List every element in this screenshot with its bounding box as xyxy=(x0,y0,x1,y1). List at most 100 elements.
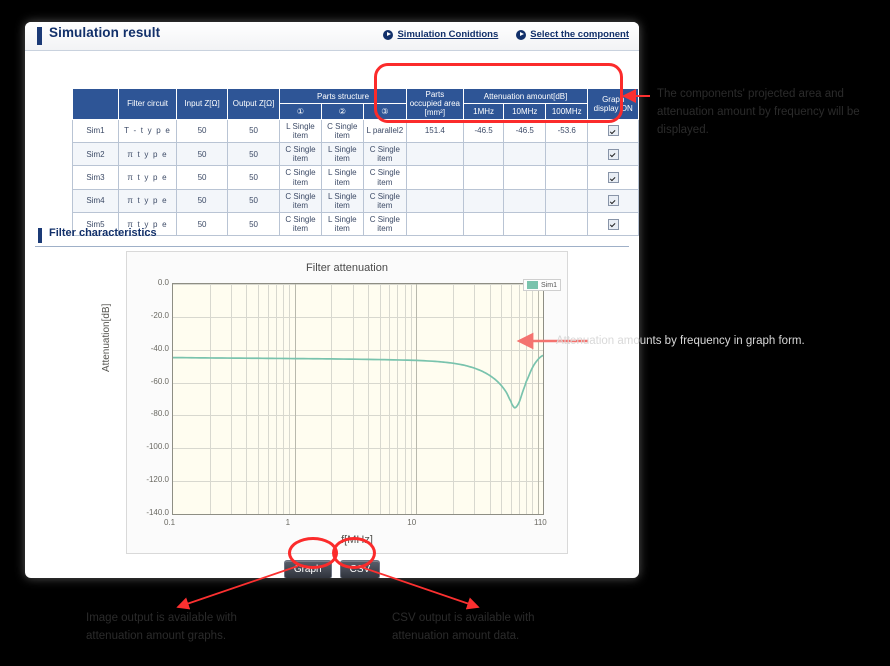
cell-parts-3: C Single item xyxy=(362,165,407,190)
section-header-filter-characteristics: Filter characteristics xyxy=(35,226,629,248)
cell-parts-3: C Single item xyxy=(362,188,407,214)
graph-display-checkbox[interactable] xyxy=(607,125,619,137)
cell-output-z: 50 xyxy=(227,141,281,167)
cell-att-100mhz xyxy=(545,165,589,190)
cell-att-1mhz xyxy=(462,141,505,167)
table-row: Sim1 T - t y p e 50 50 L Single item C Single… xyxy=(71,118,639,143)
cell-input-z: 50 xyxy=(176,141,229,167)
cell-input-z: 50 xyxy=(176,165,229,190)
y-tick-label: -60.0 xyxy=(150,376,169,386)
chart-plot-area xyxy=(172,283,544,515)
cell-filter-circuit: T - t y p e xyxy=(118,118,178,143)
cell-output-z: 50 xyxy=(227,118,281,143)
cell-att-100mhz xyxy=(545,188,589,214)
chart-y-axis-label: Attenuation[dB] xyxy=(101,303,112,372)
y-tick-label: -100.0 xyxy=(146,442,169,452)
cell-att-1mhz xyxy=(462,165,505,190)
header-links: Simulation Conidtions Select the compone… xyxy=(383,29,629,40)
y-tick-label: 0.0 xyxy=(157,278,169,287)
th-input-z: Input Z[Ω] xyxy=(176,88,229,120)
link-select-the-component[interactable]: Select the component xyxy=(516,29,629,40)
y-tick-label: -140.0 xyxy=(146,508,169,517)
th-filter-circuit: Filter circuit xyxy=(118,88,178,120)
simulation-result-table: Filter circuit Input Z[Ω] Output Z[Ω] Pa… xyxy=(71,87,639,237)
cell-filter-circuit: π t y p e xyxy=(118,141,178,167)
cell-parts-1: C Single item xyxy=(279,165,322,190)
chart-legend: Sim1 xyxy=(523,279,561,291)
play-circle-icon xyxy=(516,29,527,40)
graph-display-checkbox[interactable] xyxy=(607,148,619,160)
cell-parts-area: 151.4 xyxy=(405,118,464,143)
x-tick-label: 1 xyxy=(285,518,291,527)
cell-parts-3: C Single item xyxy=(362,141,407,167)
cell-parts-1: L Single item xyxy=(279,118,322,143)
th-graph-display-on: Graph display ON xyxy=(587,88,639,120)
link-select-the-component-label: Select the component xyxy=(530,29,629,40)
csv-button[interactable]: CSV xyxy=(339,560,381,578)
chart-title: Filter attenuation xyxy=(306,262,388,274)
section-accent-bar xyxy=(37,27,42,45)
cell-parts-area xyxy=(405,141,464,167)
cell-graph-display[interactable] xyxy=(587,165,639,190)
cell-output-z: 50 xyxy=(227,188,281,214)
cell-parts-area xyxy=(405,188,464,214)
table-row: Sim2 π t y p e 50 50 C Single item L Single i… xyxy=(71,141,639,167)
cell-att-100mhz: -53.6 xyxy=(545,118,589,143)
cell-sim-name: Sim3 xyxy=(71,165,120,190)
graph-button[interactable]: Graph xyxy=(283,560,332,578)
chart-series-sim1 xyxy=(173,354,543,409)
gridline-h xyxy=(173,514,543,515)
cell-att-100mhz xyxy=(545,141,589,167)
cell-graph-display[interactable] xyxy=(587,141,639,167)
th-100mhz: 100MHz xyxy=(545,103,589,120)
x-tick-label: 110 xyxy=(534,518,547,527)
cell-parts-1: C Single item xyxy=(279,141,322,167)
legend-label-sim1: Sim1 xyxy=(541,281,557,289)
cell-parts-area xyxy=(405,165,464,190)
simulation-result-panel: Simulation result Simulation Conidtions … xyxy=(25,22,639,578)
cell-filter-circuit: π t y p e xyxy=(118,165,178,190)
th-parts-3: ③ xyxy=(362,103,407,120)
cell-output-z: 50 xyxy=(227,165,281,190)
table-row: Sim4 π t y p e 50 50 C Single item L Single i… xyxy=(71,188,639,214)
page-title: Simulation result xyxy=(49,25,161,40)
y-tick-label: -80.0 xyxy=(150,409,169,419)
table-body: Sim1 T - t y p e 50 50 L Single item C Single… xyxy=(71,118,639,237)
graph-display-checkbox[interactable] xyxy=(607,172,619,183)
cell-att-10mhz xyxy=(503,188,547,214)
cell-parts-2: C Single item xyxy=(320,118,364,143)
th-parts-1: ① xyxy=(279,103,322,120)
link-simulation-conditions-label: Simulation Conidtions xyxy=(397,29,499,40)
cell-parts-1: C Single item xyxy=(279,188,322,214)
play-circle-icon xyxy=(383,29,394,40)
filter-characteristics-title: Filter characteristics xyxy=(49,227,157,239)
th-parts-occupied-area: Parts occupied area [mm²] xyxy=(405,88,464,120)
section-accent-bar xyxy=(38,228,42,243)
y-tick-label: -120.0 xyxy=(146,475,169,485)
simulation-result-table-container: Filter circuit Input Z[Ω] Output Z[Ω] Pa… xyxy=(71,87,639,237)
link-simulation-conditions[interactable]: Simulation Conidtions xyxy=(383,29,498,40)
annotation-csv-button-note: CSV output is available with attenuation… xyxy=(392,612,535,642)
th-10mhz: 10MHz xyxy=(503,103,547,120)
th-parts-structure: Parts structure xyxy=(279,87,407,105)
th-1mhz: 1MHz xyxy=(462,103,505,120)
section-header-simulation-result: Simulation result Simulation Conidtions … xyxy=(25,22,639,51)
th-parts-2: ② xyxy=(320,103,364,120)
cell-graph-display[interactable] xyxy=(587,118,639,143)
legend-swatch-sim1 xyxy=(527,281,539,289)
divider xyxy=(35,246,629,247)
cell-sim-name: Sim2 xyxy=(71,141,120,167)
cell-input-z: 50 xyxy=(176,118,229,143)
cell-parts-2: L Single item xyxy=(320,141,364,167)
cell-parts-2: L Single item xyxy=(320,165,364,190)
annotation-table-note: The components' projected area and atten… xyxy=(657,88,860,136)
cell-att-1mhz xyxy=(462,188,505,214)
cell-parts-3: L parallel2 xyxy=(362,118,407,143)
x-tick-label: 10 xyxy=(407,518,417,527)
cell-graph-display[interactable] xyxy=(587,188,639,214)
graph-display-checkbox[interactable] xyxy=(607,195,619,207)
cell-input-z: 50 xyxy=(176,188,229,214)
cell-parts-2: L Single item xyxy=(320,188,364,214)
cell-sim-name: Sim4 xyxy=(71,188,120,214)
annotation-graph-button-note: Image output is available with attenuati… xyxy=(86,612,237,642)
